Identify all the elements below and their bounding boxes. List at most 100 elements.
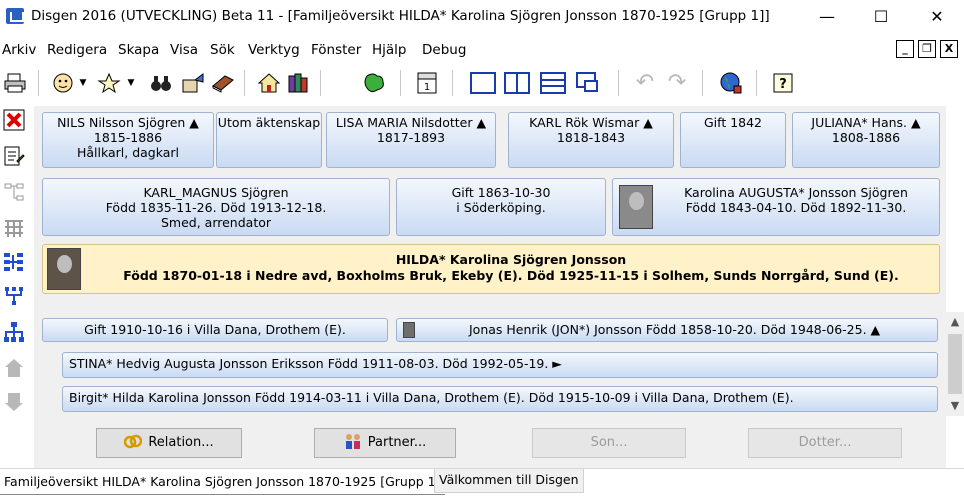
scroll-down-icon[interactable]: ▼ <box>949 400 961 412</box>
toolbar-separator <box>702 70 703 96</box>
house-down-icon[interactable] <box>2 390 26 414</box>
mother-card[interactable]: Karolina AUGUSTA* Jonsson Sjögren Född 1… <box>612 178 940 236</box>
father-occupation: Smed, arrendator <box>160 215 272 230</box>
child-card[interactable]: Birgit* Hilda Karolina Jonsson Född 1914… <box>62 386 938 412</box>
mother-father-name: KARL Rök Wismar ▲ <box>529 115 653 130</box>
toolbar-separator <box>320 70 321 96</box>
spouse-text: Jonas Henrik (JON*) Jonsson Född 1858-10… <box>469 322 881 337</box>
menu-debug[interactable]: Debug <box>422 42 466 58</box>
redo-icon[interactable]: ↷ <box>664 70 690 96</box>
family-tree-icon[interactable] <box>2 250 26 274</box>
tab-family-overview[interactable]: Familjeöversikt HILDA* Karolina Sjögren … <box>0 471 445 495</box>
mdi-restore-button[interactable]: ❐ <box>918 40 936 58</box>
father-father-years: 1815-1886 <box>93 130 163 145</box>
mother-photo <box>619 185 653 229</box>
mother-dates: Född 1843-04-10. Död 1892-11-30. <box>685 200 907 215</box>
mother-father-card[interactable]: KARL Rök Wismar ▲ 1818-1843 <box>508 112 674 168</box>
child-text: STINA* Hedvig Augusta Jonsson Eriksson F… <box>69 356 562 371</box>
book-icon[interactable] <box>210 70 236 96</box>
binoculars-icon[interactable] <box>148 70 174 96</box>
father-card[interactable]: KARL_MAGNUS Sjögren Född 1835-11-26. Död… <box>42 178 390 236</box>
app-icon <box>6 8 24 24</box>
layout-split-icon[interactable] <box>504 72 530 94</box>
hand-pointer-icon[interactable] <box>180 70 206 96</box>
menu-hjalp[interactable]: Hjälp <box>372 42 407 58</box>
father-father-card[interactable]: NILS Nilsson Sjögren ▲ 1815-1886 Hållkar… <box>42 112 214 168</box>
descendants-icon[interactable] <box>2 284 26 308</box>
map-icon[interactable] <box>362 70 388 96</box>
father-parents-status[interactable]: Utom äktenskap <box>216 112 322 168</box>
minimize-button[interactable]: — <box>804 2 850 32</box>
mother-parents-marriage[interactable]: Gift 1842 <box>680 112 786 168</box>
father-mother-name: LISA MARIA Nilsdotter ▲ <box>335 115 487 130</box>
couple-icon <box>345 434 360 449</box>
scroll-up-icon[interactable]: ▲ <box>949 316 961 328</box>
father-mother-card[interactable]: LISA MARIA Nilsdotter ▲ 1817-1893 <box>326 112 496 168</box>
side-toolbar <box>0 108 30 468</box>
mother-mother-name: JULIANA* Hans. ▲ <box>811 115 921 130</box>
title-bar: Disgen 2016 (UTVECKLING) Beta 11 - [Fami… <box>0 0 964 34</box>
layout-overlap-icon[interactable] <box>576 72 598 92</box>
mdi-minimize-button[interactable]: _ <box>896 40 914 58</box>
printer-icon[interactable] <box>2 70 28 96</box>
books-icon[interactable] <box>286 70 312 96</box>
scroll-thumb[interactable] <box>948 334 962 394</box>
house-up-icon[interactable] <box>2 356 26 380</box>
undo-icon[interactable]: ↶ <box>632 70 658 96</box>
toolbar-separator <box>38 70 39 96</box>
edit-note-icon[interactable] <box>2 144 26 168</box>
dropdown-arrow-icon[interactable]: ▼ <box>76 70 90 96</box>
mother-mother-card[interactable]: JULIANA* Hans. ▲ 1808-1886 <box>792 112 940 168</box>
menu-verktyg[interactable]: Verktyg <box>248 42 300 58</box>
parents-marriage-card[interactable]: Gift 1863-10-30 i Söderköping. <box>396 178 606 236</box>
home-icon[interactable] <box>256 70 282 96</box>
org-tree-icon[interactable] <box>2 320 26 344</box>
relation-button[interactable]: Relation... <box>96 428 242 458</box>
person-face-icon[interactable] <box>50 70 76 96</box>
menu-sok[interactable]: Sök <box>210 42 235 58</box>
father-parents-status-text: Utom äktenskap <box>217 115 321 130</box>
help-icon[interactable]: ? <box>770 70 796 96</box>
menu-redigera[interactable]: Redigera <box>47 42 107 58</box>
grid-disabled-icon[interactable] <box>2 216 26 240</box>
star-person-icon[interactable] <box>96 70 122 96</box>
menu-fonster[interactable]: Fönster <box>311 42 361 58</box>
marriage-card[interactable]: Gift 1910-10-16 i Villa Dana, Drothem (E… <box>42 318 388 342</box>
father-dates: Född 1835-11-26. Död 1913-12-18. <box>105 200 327 215</box>
main-person-card[interactable]: HILDA* Karolina Sjögren Jonsson Född 187… <box>42 244 940 294</box>
partner-button[interactable]: Partner... <box>314 428 456 458</box>
dotter-button[interactable]: Dotter... <box>748 428 902 458</box>
main-person-dates: Född 1870-01-18 i Nedre avd, Boxholms Br… <box>123 268 899 283</box>
child-text: Birgit* Hilda Karolina Jonsson Född 1914… <box>69 390 794 405</box>
main-person-name: HILDA* Karolina Sjögren Jonsson <box>395 252 627 267</box>
layout-rows-icon[interactable] <box>540 72 566 94</box>
menu-visa[interactable]: Visa <box>170 42 198 58</box>
maximize-button[interactable]: ☐ <box>858 2 904 32</box>
child-card[interactable]: STINA* Hedvig Augusta Jonsson Eriksson F… <box>62 352 938 378</box>
close-red-icon[interactable] <box>2 108 26 132</box>
toolbar-separator <box>618 70 619 96</box>
globe-icon[interactable] <box>718 70 744 96</box>
menu-arkiv[interactable]: Arkiv <box>2 42 36 58</box>
vertical-scrollbar[interactable]: ▲ ▼ <box>946 312 964 416</box>
mother-parents-marriage-text: Gift 1842 <box>703 115 763 130</box>
svg-text:1: 1 <box>424 82 430 93</box>
parents-marriage-line2: i Söderköping. <box>456 200 546 215</box>
family-overview-panel: NILS Nilsson Sjögren ▲ 1815-1886 Hållkar… <box>34 106 946 468</box>
layout-single-icon[interactable] <box>470 72 496 94</box>
calendar-icon[interactable]: 1 <box>414 70 440 96</box>
son-button[interactable]: Son... <box>532 428 686 458</box>
toolbar-separator <box>400 70 401 96</box>
svg-text:?: ? <box>779 77 787 92</box>
close-button[interactable]: ✕ <box>914 2 960 32</box>
tab-welcome[interactable]: Välkommen till Disgen <box>434 469 584 493</box>
menu-skapa[interactable]: Skapa <box>118 42 159 58</box>
spouse-photo <box>403 322 415 338</box>
partner-button-label: Partner... <box>367 435 427 450</box>
dropdown-arrow-icon[interactable]: ▼ <box>124 70 138 96</box>
father-father-occupation: Hållkarl, dagkarl <box>76 145 180 160</box>
rings-icon <box>124 434 143 449</box>
mdi-close-button[interactable]: X <box>940 40 958 58</box>
spouse-card[interactable]: Jonas Henrik (JON*) Jonsson Född 1858-10… <box>396 318 938 342</box>
tree-disabled-icon[interactable] <box>2 180 26 204</box>
